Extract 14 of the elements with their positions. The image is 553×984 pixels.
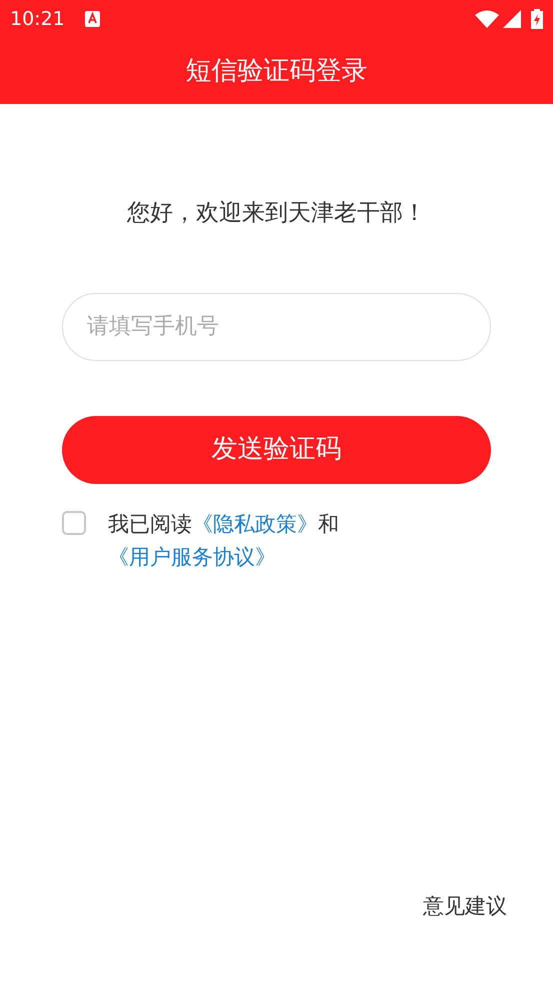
signal-icon [503, 10, 521, 28]
agreement-link[interactable]: 《隐私政策》 [192, 512, 318, 536]
status-time: 10:21 [10, 6, 65, 32]
agreement-checkbox[interactable] [62, 510, 86, 534]
phone-input-field[interactable]: 请填写手机号 [62, 292, 491, 360]
agreement-text: 我已阅读《隐私政策》和 《用户服务协议》 [108, 510, 340, 570]
agreement-link[interactable]: 《用户服务协议》 [108, 544, 276, 568]
send-code-button[interactable]: 发送验证码 [62, 416, 491, 484]
wifi-icon [475, 10, 499, 28]
battery-icon [531, 9, 543, 29]
feedback-link[interactable]: 意见建议 [423, 890, 507, 922]
greeting-text: 您好，欢迎来到天津老干部！ [126, 199, 427, 228]
notification-icon [84, 11, 100, 27]
page-title: 短信验证码登录 [186, 54, 368, 88]
